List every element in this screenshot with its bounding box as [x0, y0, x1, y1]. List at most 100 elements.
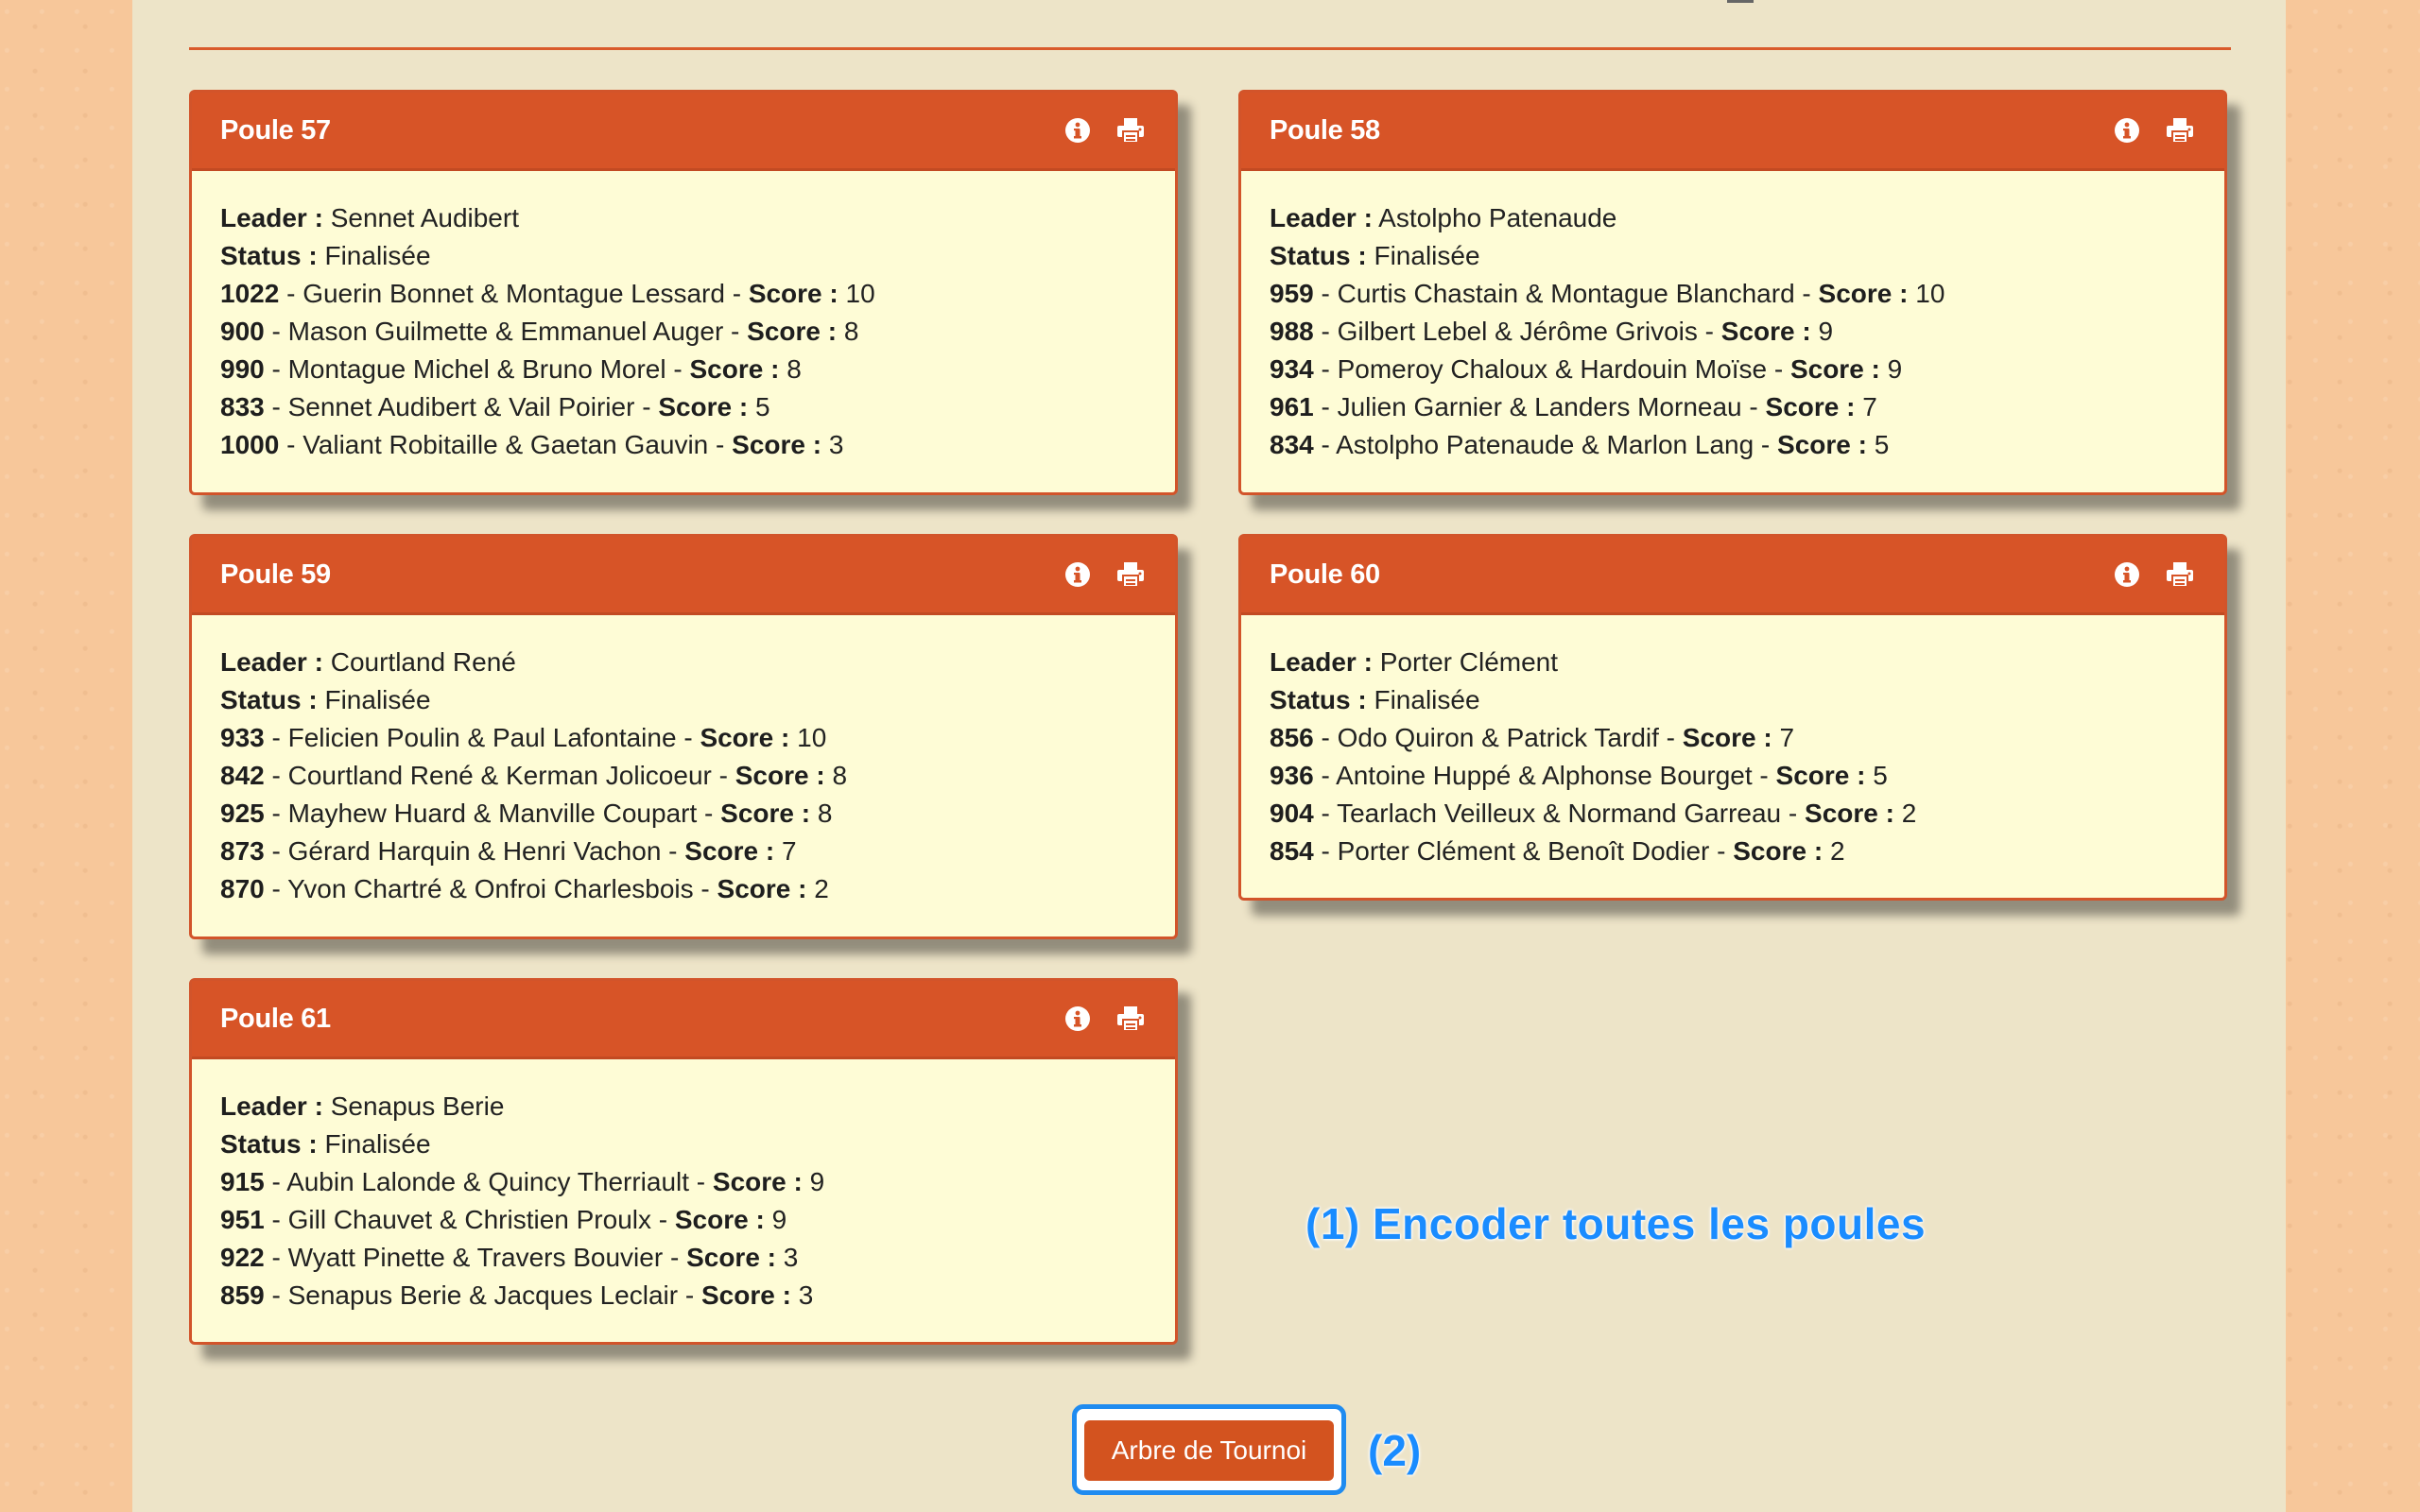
team-sep: - [689, 1167, 713, 1196]
team-row: 936 - Antoine Huppé & Alphonse Bourget -… [1270, 757, 2196, 795]
team-row: 915 - Aubin Lalonde & Quincy Therriault … [220, 1163, 1147, 1201]
poule-body: Leader : Porter Clément Status : Finalisé… [1241, 615, 2224, 899]
team-sep: - [264, 874, 288, 903]
leader-value: Senapus Berie [330, 1091, 505, 1121]
team-id: 833 [220, 392, 265, 421]
team-row: 900 - Mason Guilmette & Emmanuel Auger -… [220, 313, 1147, 351]
leader-label: Leader : [220, 647, 323, 677]
team-names: Curtis Chastain & Montague Blanchard [1337, 279, 1795, 308]
info-circle-icon[interactable] [2111, 114, 2143, 146]
team-row: 854 - Porter Clément & Benoît Dodier - S… [1270, 833, 2196, 870]
status-value: Finalisée [324, 1129, 431, 1159]
team-row: 842 - Courtland René & Kerman Jolicoeur … [220, 757, 1147, 795]
team-sep: - [264, 1280, 288, 1310]
info-circle-icon[interactable] [2111, 558, 2143, 591]
team-score: 9 [1887, 354, 1903, 384]
printer-icon[interactable] [1115, 114, 1147, 146]
score-label: Score : [686, 1243, 777, 1272]
team-id: 933 [220, 723, 265, 752]
team-id: 842 [220, 761, 265, 790]
leader-row: Leader : Courtland René [220, 644, 1147, 681]
tournament-tree-button[interactable]: Arbre de Tournoi [1084, 1420, 1334, 1481]
team-row: 934 - Pomeroy Chaloux & Hardouin Moïse -… [1270, 351, 2196, 388]
poule-title: Poule 61 [220, 1003, 331, 1034]
poule-body: Leader : Courtland René Status : Finalisé… [192, 615, 1175, 936]
leader-row: Leader : Sennet Audibert [220, 199, 1147, 237]
team-names: Wyatt Pinette & Travers Bouvier [287, 1243, 664, 1272]
printer-icon[interactable] [1115, 1003, 1147, 1035]
team-id: 854 [1270, 836, 1314, 866]
team-names: Aubin Lalonde & Quincy Therriault [286, 1167, 690, 1196]
team-id: 1000 [220, 430, 280, 459]
poule-panel: Poule 61 Leader : Senapus Berie Status : F… [189, 978, 1178, 1345]
team-id: 834 [1270, 430, 1314, 459]
score-label: Score : [747, 317, 838, 346]
team-names: Gilbert Lebel & Jérôme Grivois [1337, 317, 1698, 346]
team-score: 10 [845, 279, 875, 308]
team-sep: - [1781, 799, 1806, 828]
team-id: 961 [1270, 392, 1314, 421]
team-names: Yvon Chartré & Onfroi Charlesbois [287, 874, 694, 903]
team-id: 856 [1270, 723, 1314, 752]
team-score: 5 [1874, 430, 1890, 459]
team-row: 904 - Tearlach Veilleux & Normand Garrea… [1270, 795, 2196, 833]
team-row: 870 - Yvon Chartré & Onfroi Charlesbois … [220, 870, 1147, 908]
top-divider [189, 47, 2231, 50]
team-names: Sennet Audibert & Vail Poirier [287, 392, 635, 421]
leader-label: Leader : [1270, 647, 1373, 677]
poule-panel: Poule 58 Leader : Astolpho Patenaude Statu… [1238, 90, 2227, 495]
poule-title: Poule 57 [220, 114, 331, 146]
team-sep: - [1313, 723, 1338, 752]
score-label: Score : [684, 836, 775, 866]
team-id: 915 [220, 1167, 265, 1196]
team-sep: - [1313, 430, 1337, 459]
team-sep: - [264, 1243, 288, 1272]
leader-value: Porter Clément [1379, 647, 1559, 677]
team-sep: - [1313, 279, 1338, 308]
team-names: Astolpho Patenaude & Marlon Lang [1336, 430, 1754, 459]
team-score: 8 [843, 317, 859, 346]
printer-icon[interactable] [2164, 114, 2196, 146]
team-row: 959 - Curtis Chastain & Montague Blancha… [1270, 275, 2196, 313]
team-id: 934 [1270, 354, 1314, 384]
team-sep: - [1754, 430, 1778, 459]
score-label: Score : [1775, 761, 1866, 790]
poule-title: Poule 58 [1270, 114, 1380, 146]
team-sep: - [1767, 354, 1790, 384]
team-sep: - [264, 1167, 287, 1196]
leader-label: Leader : [1270, 203, 1373, 232]
team-sep: - [264, 799, 288, 828]
score-label: Score : [1720, 317, 1811, 346]
team-id: 1022 [220, 279, 280, 308]
team-sep: - [663, 1243, 687, 1272]
team-score: 2 [814, 874, 829, 903]
team-id: 904 [1270, 799, 1314, 828]
team-score: 9 [809, 1167, 825, 1196]
team-sep: - [1313, 761, 1337, 790]
poule-panel: Poule 60 Leader : Porter Clément Status : … [1238, 534, 2227, 901]
poule-header: Poule 57 [192, 93, 1175, 171]
team-names: Montague Michel & Bruno Morel [287, 354, 666, 384]
info-circle-icon[interactable] [1062, 558, 1094, 591]
leader-row: Leader : Astolpho Patenaude [1270, 199, 2196, 237]
score-label: Score : [712, 1167, 803, 1196]
info-circle-icon[interactable] [1062, 1003, 1094, 1035]
team-sep: - [711, 761, 735, 790]
team-sep: - [1697, 317, 1721, 346]
team-row: 859 - Senapus Berie & Jacques Leclair - … [220, 1277, 1147, 1314]
info-circle-icon[interactable] [1062, 114, 1094, 146]
poule-title: Poule 59 [220, 558, 331, 590]
poule-body: Leader : Sennet Audibert Status : Finalis… [192, 171, 1175, 492]
team-row: 873 - Gérard Harquin & Henri Vachon - Sc… [220, 833, 1147, 870]
status-row: Status : Finalisée [220, 237, 1147, 275]
team-sep: - [723, 317, 748, 346]
status-value: Finalisée [324, 685, 431, 714]
poule-header: Poule 59 [192, 537, 1175, 615]
team-id: 859 [220, 1280, 265, 1310]
team-score: 9 [1818, 317, 1834, 346]
team-row: 922 - Wyatt Pinette & Travers Bouvier - … [220, 1239, 1147, 1277]
printer-icon[interactable] [1115, 558, 1147, 591]
printer-icon[interactable] [2164, 558, 2196, 591]
team-names: Porter Clément & Benoît Dodier [1337, 836, 1710, 866]
team-score: 3 [828, 430, 844, 459]
